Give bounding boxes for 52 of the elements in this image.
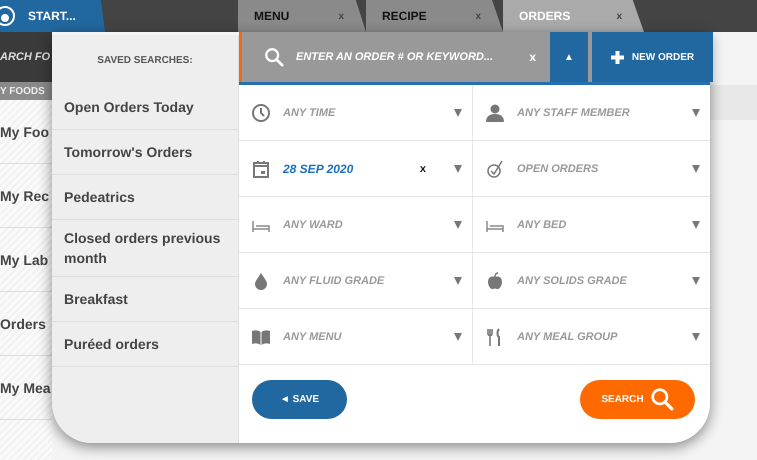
filter-placeholder: OPEN ORDERS [517, 162, 600, 174]
caret-icon [454, 164, 462, 172]
start-label: START... [28, 9, 76, 23]
caret-icon [692, 220, 700, 228]
saved-search-item[interactable]: Closed orders previous month [52, 220, 238, 277]
check-circle-icon [485, 158, 505, 178]
caret-icon [454, 276, 462, 284]
start-tab[interactable]: START... [0, 0, 105, 32]
tab[interactable]: MENU x [238, 0, 366, 32]
filter-placeholder: ANY MENU [283, 330, 343, 342]
caret-icon [692, 108, 700, 116]
new-order-button[interactable]: NEW ORDER [592, 32, 713, 82]
search-icon [650, 387, 674, 411]
clear-button[interactable]: x [414, 162, 432, 176]
saved-search-item[interactable]: Open Orders Today [52, 85, 238, 130]
tab-label: ORDERS [519, 9, 570, 23]
tab-label: RECIPE [382, 9, 427, 23]
sidebar-search-field[interactable]: ARCH FO [0, 32, 52, 82]
filter-placeholder: ANY FLUID GRADE [283, 274, 386, 286]
caret-icon [692, 332, 700, 340]
filter-placeholder: ANY TIME [283, 106, 336, 118]
filter-value: 28 SEP 2020 [283, 162, 354, 176]
tab-close-button[interactable]: x [616, 10, 622, 22]
caret-icon [454, 220, 462, 228]
sidebar-header: Y FOODS [0, 82, 52, 100]
logo-icon [0, 5, 16, 27]
saved-search-item[interactable]: Puréed orders [52, 322, 238, 367]
plus-icon [610, 50, 624, 64]
caret-icon [692, 164, 700, 172]
calendar-icon [251, 158, 271, 178]
filter-placeholder: ANY STAFF MEMBER [517, 106, 631, 118]
clock-icon [251, 102, 271, 122]
filter-placeholder: ANY SOLIDS GRADE [517, 274, 628, 286]
filter-placeholder: ANY MEAL GROUP [517, 330, 618, 342]
person-icon [485, 102, 505, 122]
saved-searches-title: SAVED SEARCHES: [96, 54, 194, 68]
filter-dropdown[interactable]: 28 SEP 2020 x [239, 141, 473, 197]
caret-icon [454, 108, 462, 116]
collapse-button[interactable]: ▲ [550, 32, 588, 82]
tab[interactable]: RECIPE x [366, 0, 503, 32]
search-icon [264, 47, 284, 67]
caret-icon [454, 332, 462, 340]
tab[interactable]: ORDERS x [503, 0, 644, 32]
save-button[interactable]: ◄ SAVE [252, 380, 347, 418]
filter-placeholder: ANY BED [517, 218, 568, 230]
tab-label: MENU [254, 9, 290, 23]
saved-search-item[interactable]: Breakfast [52, 277, 238, 322]
saved-search-item[interactable]: Tomorrow's Orders [52, 130, 238, 175]
saved-search-item[interactable]: Pedeatrics [52, 175, 238, 220]
apple-icon [485, 270, 505, 290]
filter-placeholder: ANY WARD [283, 218, 344, 230]
caret-icon [692, 276, 700, 284]
